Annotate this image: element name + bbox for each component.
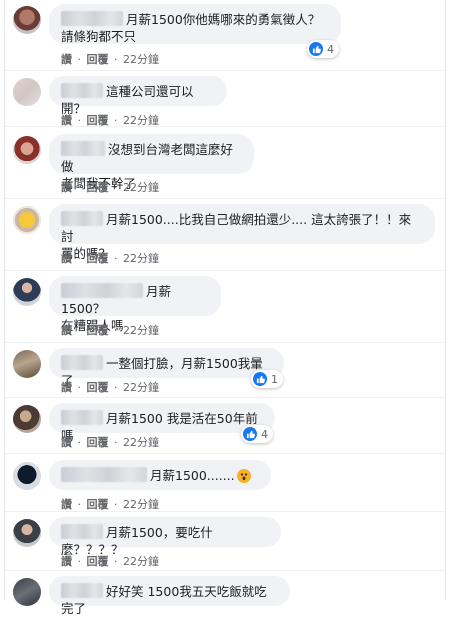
divider	[5, 70, 445, 71]
reply-link[interactable]: 回覆	[87, 53, 109, 66]
avatar[interactable]	[13, 206, 41, 234]
reply-link[interactable]: 回覆	[87, 498, 109, 511]
author-name[interactable]	[61, 11, 123, 26]
comment-actions: 讚 · 回覆 · 22分鐘	[61, 381, 159, 394]
comment-text: 月薪1500你他媽哪來的勇氣徵人？	[126, 12, 321, 27]
comment-actions: 讚 · 回覆 · 22分鐘	[61, 181, 159, 194]
like-link[interactable]: 讚	[61, 555, 72, 568]
avatar[interactable]	[13, 350, 41, 378]
author-name[interactable]	[61, 141, 105, 156]
divider	[5, 270, 445, 271]
avatar[interactable]	[13, 519, 41, 547]
timestamp[interactable]: 22分鐘	[123, 53, 159, 66]
like-link[interactable]: 讚	[61, 381, 72, 394]
reaction-count[interactable]: 4	[241, 425, 273, 443]
avatar[interactable]	[13, 405, 41, 433]
timestamp[interactable]: 22分鐘	[123, 181, 159, 194]
comment-bubble: 月薪1500....比我自己做網拍還少.... 這太誇張了！！來討 罵的嗎？	[49, 204, 435, 261]
divider	[5, 126, 445, 127]
like-icon	[243, 427, 257, 441]
comment-actions: 讚 · 回覆 · 22分鐘	[61, 436, 159, 449]
like-link[interactable]: 讚	[61, 53, 72, 66]
comment-bubble: 月薪1500你他媽哪來的勇氣徵人？ 請條狗都不只	[49, 4, 341, 44]
author-name[interactable]	[61, 211, 103, 226]
like-link[interactable]: 讚	[61, 324, 72, 337]
like-link[interactable]: 讚	[61, 181, 72, 194]
like-link[interactable]: 讚	[61, 252, 72, 265]
reaction-count[interactable]: 4	[307, 40, 339, 58]
reply-link[interactable]: 回覆	[87, 324, 109, 337]
reply-link[interactable]: 回覆	[87, 381, 109, 394]
avatar[interactable]	[13, 136, 41, 164]
comment-bubble: 月薪1500？ 在糟蹋人嗎	[49, 276, 221, 333]
divider	[5, 198, 445, 199]
comment-bubble: 月薪1500，要吃什麼？？？？	[49, 517, 281, 557]
divider	[5, 511, 445, 512]
comment-text: 月薪1500....比我自己做網拍還少.... 這太誇張了！！來討	[61, 212, 412, 244]
comment-bubble: 沒想到台灣老闆這麼好做 老闆我不幹了	[49, 134, 254, 191]
author-name[interactable]	[61, 83, 103, 98]
avatar[interactable]	[13, 578, 41, 606]
comment-bubble: 這種公司還可以開？	[49, 76, 227, 116]
comment-bubble: 月薪1500 我是活在50年前嗎	[49, 403, 275, 443]
divider	[5, 570, 445, 571]
author-name[interactable]	[61, 524, 103, 539]
avatar[interactable]	[13, 278, 41, 306]
comment-text-line2: 請條狗都不只	[61, 29, 137, 44]
divider	[5, 453, 445, 454]
comment-actions: 讚 · 回覆 · 22分鐘	[61, 252, 159, 265]
comment-text: 月薪1500.......	[150, 468, 235, 483]
author-name[interactable]	[61, 410, 103, 425]
timestamp[interactable]: 22分鐘	[123, 555, 159, 568]
comment-bubble: 一整個打臉，月薪1500我暈了	[49, 348, 284, 388]
comment-bubble: 月薪1500.......	[49, 460, 271, 490]
author-name[interactable]	[61, 583, 103, 598]
like-icon	[253, 372, 267, 386]
author-name[interactable]	[61, 283, 143, 298]
like-link[interactable]: 讚	[61, 436, 72, 449]
timestamp[interactable]: 22分鐘	[123, 324, 159, 337]
timestamp[interactable]: 22分鐘	[123, 381, 159, 394]
like-icon	[309, 42, 323, 56]
avatar[interactable]	[13, 462, 41, 490]
comment-actions: 讚 · 回覆 · 22分鐘	[61, 53, 159, 66]
divider	[5, 397, 445, 398]
divider	[5, 342, 445, 343]
reply-link[interactable]: 回覆	[87, 436, 109, 449]
comment-actions: 讚 · 回覆 · 22分鐘	[61, 324, 159, 337]
comment-actions: 讚 · 回覆 · 22分鐘	[61, 498, 159, 511]
wow-emoji-icon	[236, 469, 251, 483]
like-link[interactable]: 讚	[61, 498, 72, 511]
timestamp[interactable]: 22分鐘	[123, 252, 159, 265]
avatar[interactable]	[13, 78, 41, 106]
reaction-count[interactable]: 1	[251, 370, 283, 388]
comment-bubble: 好好笑 1500我五天吃飯就吃完了	[49, 576, 290, 616]
reply-link[interactable]: 回覆	[87, 181, 109, 194]
author-name[interactable]	[61, 355, 103, 370]
comment-actions: 讚 · 回覆 · 22分鐘	[61, 555, 159, 568]
avatar[interactable]	[13, 6, 41, 34]
author-name[interactable]	[61, 467, 147, 482]
comment-thread: 月薪1500你他媽哪來的勇氣徵人？ 請條狗都不只 4 讚 · 回覆 · 22分鐘…	[4, 0, 446, 616]
timestamp[interactable]: 22分鐘	[123, 436, 159, 449]
reply-link[interactable]: 回覆	[87, 555, 109, 568]
reply-link[interactable]: 回覆	[87, 252, 109, 265]
timestamp[interactable]: 22分鐘	[123, 498, 159, 511]
